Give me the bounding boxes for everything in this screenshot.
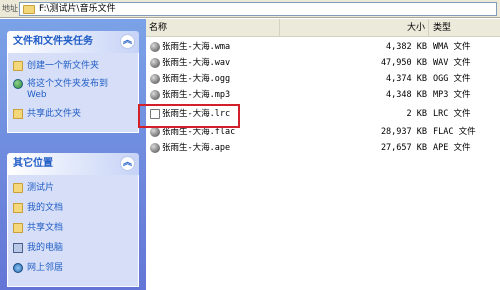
file-type: MP3 文件 bbox=[433, 90, 471, 100]
my-computer-icon bbox=[13, 243, 23, 253]
column-size-label: 大小 bbox=[406, 23, 425, 33]
file-row[interactable]: 张雨生-大海.wav 47,950 KB WAV 文件 bbox=[146, 55, 500, 71]
file-size: 4,374 KB bbox=[386, 74, 427, 84]
file-row[interactable]: 张雨生-大海.wma 4,382 KB WMA 文件 bbox=[146, 39, 500, 55]
address-path: F:\测试片\音乐文件 bbox=[39, 4, 116, 14]
other-places-header[interactable]: 其它位置 ︽ bbox=[7, 153, 139, 175]
file-size: 2 KB bbox=[406, 109, 427, 119]
file-row[interactable]: 张雨生-大海.mp3 4,348 KB MP3 文件 bbox=[146, 87, 500, 103]
collapse-chevron-icon[interactable]: ︽ bbox=[120, 34, 135, 49]
task-label: 将这个文件夹发布到 bbox=[27, 79, 109, 89]
media-file-icon bbox=[150, 58, 160, 68]
media-file-icon bbox=[150, 74, 160, 84]
my-documents-icon bbox=[13, 203, 23, 213]
file-size: 4,382 KB bbox=[386, 42, 427, 52]
address-label: 地址 bbox=[2, 4, 18, 13]
task-label: 共享此文件夹 bbox=[27, 109, 82, 119]
task-label-line2: Web bbox=[27, 90, 47, 100]
file-size: 4,348 KB bbox=[386, 90, 427, 100]
file-tasks-title: 文件和文件夹任务 bbox=[13, 36, 93, 47]
file-type: APE 文件 bbox=[433, 143, 471, 153]
file-name: 张雨生-大海.ogg bbox=[162, 74, 231, 84]
column-name-label: 名称 bbox=[149, 23, 168, 33]
column-header-size[interactable]: 大小 bbox=[280, 19, 429, 37]
share-folder-icon bbox=[13, 109, 23, 119]
place-label: 我的电脑 bbox=[27, 243, 64, 253]
address-input[interactable]: F:\测试片\音乐文件 bbox=[19, 2, 497, 16]
file-size: 47,950 KB bbox=[380, 58, 427, 68]
file-type: FLAC 文件 bbox=[433, 127, 476, 137]
media-file-icon bbox=[150, 127, 160, 137]
folder-icon bbox=[23, 5, 35, 14]
file-tasks-header[interactable]: 文件和文件夹任务 ︽ bbox=[7, 31, 139, 53]
column-header-name[interactable]: 名称 bbox=[146, 19, 280, 37]
column-header-row: 名称 大小 类型 bbox=[146, 19, 500, 37]
task-label: 创建一个新文件夹 bbox=[27, 61, 100, 71]
column-type-label: 类型 bbox=[433, 23, 452, 33]
other-places-panel: 测试片 我的文档 共享文档 我的电脑 网上邻居 bbox=[7, 175, 139, 287]
file-type: LRC 文件 bbox=[433, 109, 471, 119]
shared-documents-icon bbox=[13, 223, 23, 233]
folder-new-icon bbox=[13, 61, 23, 71]
file-tasks-panel: 创建一个新文件夹 将这个文件夹发布到 Web 共享此文件夹 bbox=[7, 53, 139, 133]
network-icon bbox=[13, 263, 23, 273]
collapse-chevron-icon[interactable]: ︽ bbox=[120, 156, 135, 171]
file-name: 张雨生-大海.ape bbox=[162, 143, 231, 153]
file-type: OGG 文件 bbox=[433, 74, 471, 84]
media-file-icon bbox=[150, 90, 160, 100]
address-bar: 地址 F:\测试片\音乐文件 bbox=[0, 0, 500, 18]
place-label: 共享文档 bbox=[27, 223, 64, 233]
file-size: 27,657 KB bbox=[380, 143, 427, 153]
web-publish-icon bbox=[13, 79, 23, 89]
file-name: 张雨生-大海.wav bbox=[162, 58, 231, 68]
place-label: 我的文档 bbox=[27, 203, 64, 213]
file-size: 28,937 KB bbox=[380, 127, 427, 137]
place-label: 网上邻居 bbox=[27, 263, 64, 273]
task-pane: 文件和文件夹任务 ︽ 创建一个新文件夹 将这个文件夹发布到 Web 共享此文件夹… bbox=[0, 19, 146, 290]
file-list: 名称 大小 类型 张雨生-大海.wma 4,382 KB WMA 文件 张雨生-… bbox=[146, 19, 500, 290]
media-file-icon bbox=[150, 143, 160, 153]
file-name: 张雨生-大海.mp3 bbox=[162, 90, 231, 100]
other-places-title: 其它位置 bbox=[13, 158, 53, 169]
file-type: WMA 文件 bbox=[433, 42, 471, 52]
media-file-icon bbox=[150, 42, 160, 52]
file-row[interactable]: 张雨生-大海.ape 27,657 KB APE 文件 bbox=[146, 140, 500, 156]
file-type: WAV 文件 bbox=[433, 58, 471, 68]
file-row[interactable]: 张雨生-大海.ogg 4,374 KB OGG 文件 bbox=[146, 71, 500, 87]
highlight-box bbox=[138, 104, 240, 128]
file-name: 张雨生-大海.wma bbox=[162, 42, 231, 52]
place-label: 测试片 bbox=[27, 183, 55, 193]
folder-icon bbox=[13, 183, 23, 193]
column-header-type[interactable]: 类型 bbox=[429, 19, 500, 37]
